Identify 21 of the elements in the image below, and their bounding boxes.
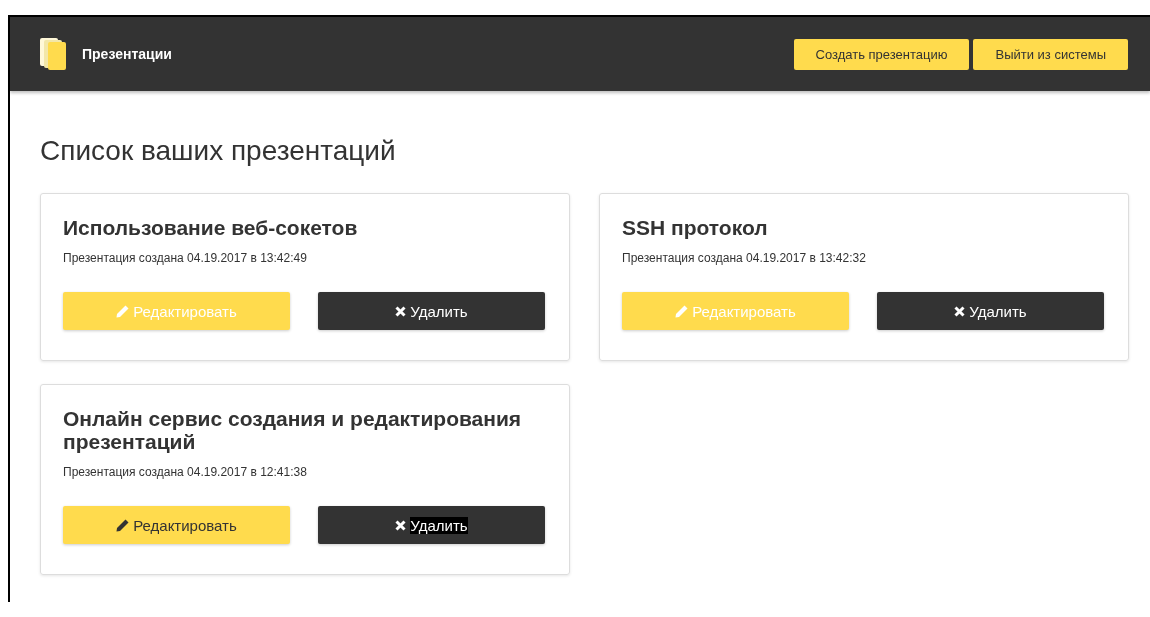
close-icon	[395, 305, 407, 317]
delete-button[interactable]: Удалить	[318, 506, 545, 544]
created-date: Презентация создана 04.19.2017 в 12:41:38	[63, 465, 308, 479]
pencil-icon	[116, 518, 130, 532]
presentation-title: Онлайн сервис создания и редактирования презентаций	[63, 407, 523, 453]
documents-icon	[40, 38, 66, 70]
app-name[interactable]: Презентации	[82, 46, 172, 62]
created-date: Презентация создана 04.19.2017 в 13:42:49	[63, 251, 308, 265]
close-icon	[954, 305, 966, 317]
presentation-title: SSH протокол	[622, 216, 769, 239]
header-button[interactable]: Выйти из системы	[973, 38, 1128, 70]
header-button[interactable]: Создать презентацию	[793, 38, 970, 70]
created-date: Презентация создана 04.19.2017 в 13:42:32	[622, 251, 867, 265]
page-title: Список ваших презентаций	[40, 135, 397, 167]
presentation-title: Использование веб-сокетов	[63, 216, 359, 239]
pencil-icon	[675, 304, 689, 318]
close-icon	[395, 519, 407, 531]
delete-button[interactable]: Удалить	[877, 292, 1104, 330]
delete-button[interactable]: Удалить	[318, 292, 545, 330]
edit-button[interactable]: Редактировать	[63, 506, 290, 544]
pencil-icon	[116, 304, 130, 318]
